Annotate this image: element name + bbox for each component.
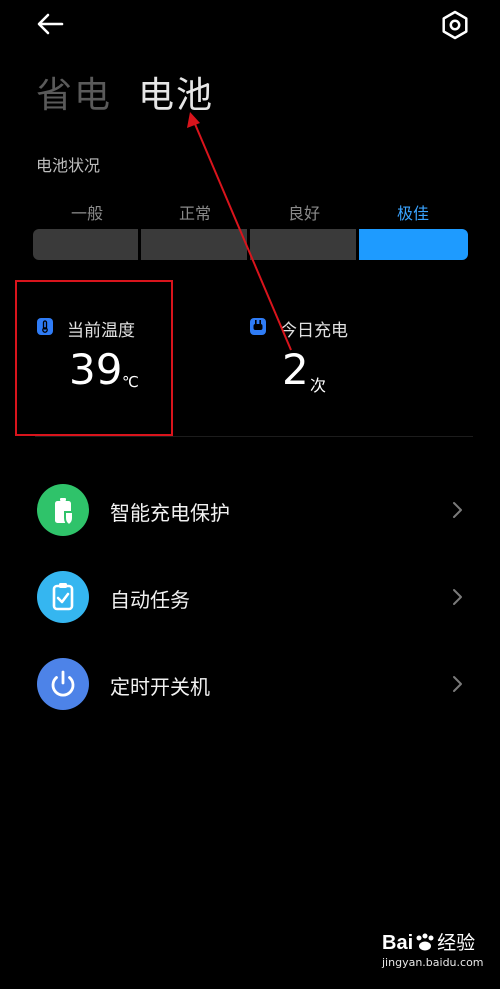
watermark-suffix: 经验 [437, 933, 476, 954]
watermark: Bai 经验 jingyan.baidu.com [380, 928, 492, 974]
watermark-url: jingyan.baidu.com [382, 956, 484, 969]
annotation-arrow [187, 112, 292, 351]
paw-icon [413, 932, 437, 955]
watermark-brand: Bai [382, 932, 414, 954]
